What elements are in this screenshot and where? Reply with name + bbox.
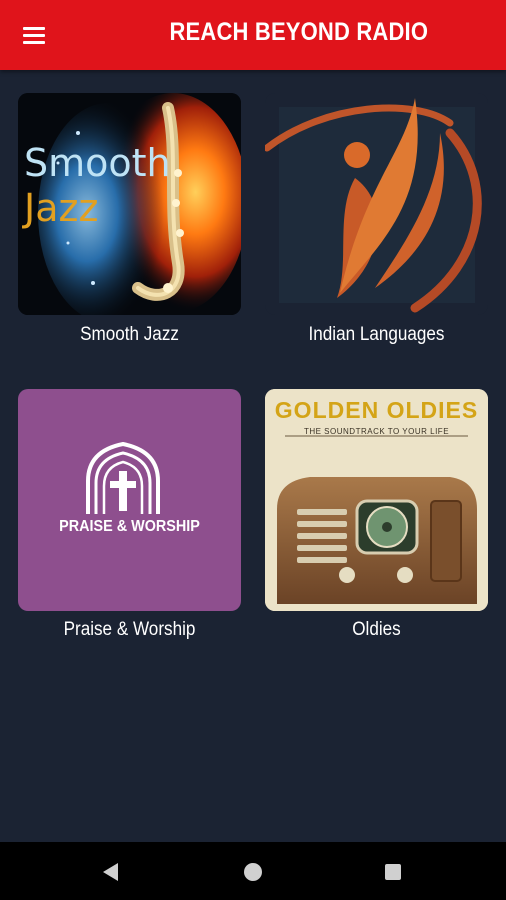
recents-button[interactable]: [380, 859, 406, 885]
oldies-art-title: GOLDEN OLDIES: [274, 397, 479, 423]
church-window-cross-icon: [86, 441, 160, 514]
channel-tile-indian-languages[interactable]: Indian Languages: [265, 93, 488, 353]
menu-icon-bar: [23, 41, 45, 44]
oldies-art-subtitle: THE SOUNDTRACK TO YOUR LIFE: [303, 427, 450, 436]
channel-tile-oldies[interactable]: GOLDEN OLDIES THE SOUNDTRACK TO YOUR LIF…: [265, 389, 488, 649]
home-button[interactable]: [240, 859, 266, 885]
smooth-jazz-artwork: Smooth Jazz: [18, 93, 241, 315]
smooth-jazz-art-text-1: Smooth: [24, 141, 171, 185]
app-title: REACH BEYOND RADIO: [169, 18, 429, 46]
recents-icon: [385, 864, 401, 880]
indian-languages-artwork: [265, 93, 488, 315]
oldies-artwork: GOLDEN OLDIES THE SOUNDTRACK TO YOUR LIF…: [265, 389, 488, 611]
channel-tile-praise-worship[interactable]: PRAISE & WORSHIP Praise & Worship: [18, 389, 241, 649]
channel-tile-smooth-jazz[interactable]: Smooth Jazz Smooth Jazz: [18, 93, 241, 353]
back-icon: [103, 863, 118, 881]
menu-icon: [23, 27, 45, 30]
praise-worship-art-text: PRAISE & WORSHIP: [59, 518, 200, 535]
channel-label-praise-worship: Praise & Worship: [63, 619, 196, 640]
menu-button[interactable]: [14, 17, 54, 53]
channel-label-oldies: Oldies: [352, 619, 401, 640]
praise-worship-artwork: PRAISE & WORSHIP: [18, 389, 241, 611]
smooth-jazz-art-text-2: Jazz: [24, 186, 99, 230]
menu-icon-bar: [23, 34, 45, 37]
channel-label-smooth-jazz: Smooth Jazz: [80, 324, 179, 345]
reach-beyond-logo-icon: [265, 98, 482, 313]
back-button[interactable]: [96, 859, 126, 885]
home-icon: [244, 863, 262, 881]
channel-label-indian-languages: Indian Languages: [308, 324, 445, 345]
app-bar: REACH BEYOND RADIO: [0, 0, 506, 70]
system-navigation-bar: [0, 842, 506, 900]
